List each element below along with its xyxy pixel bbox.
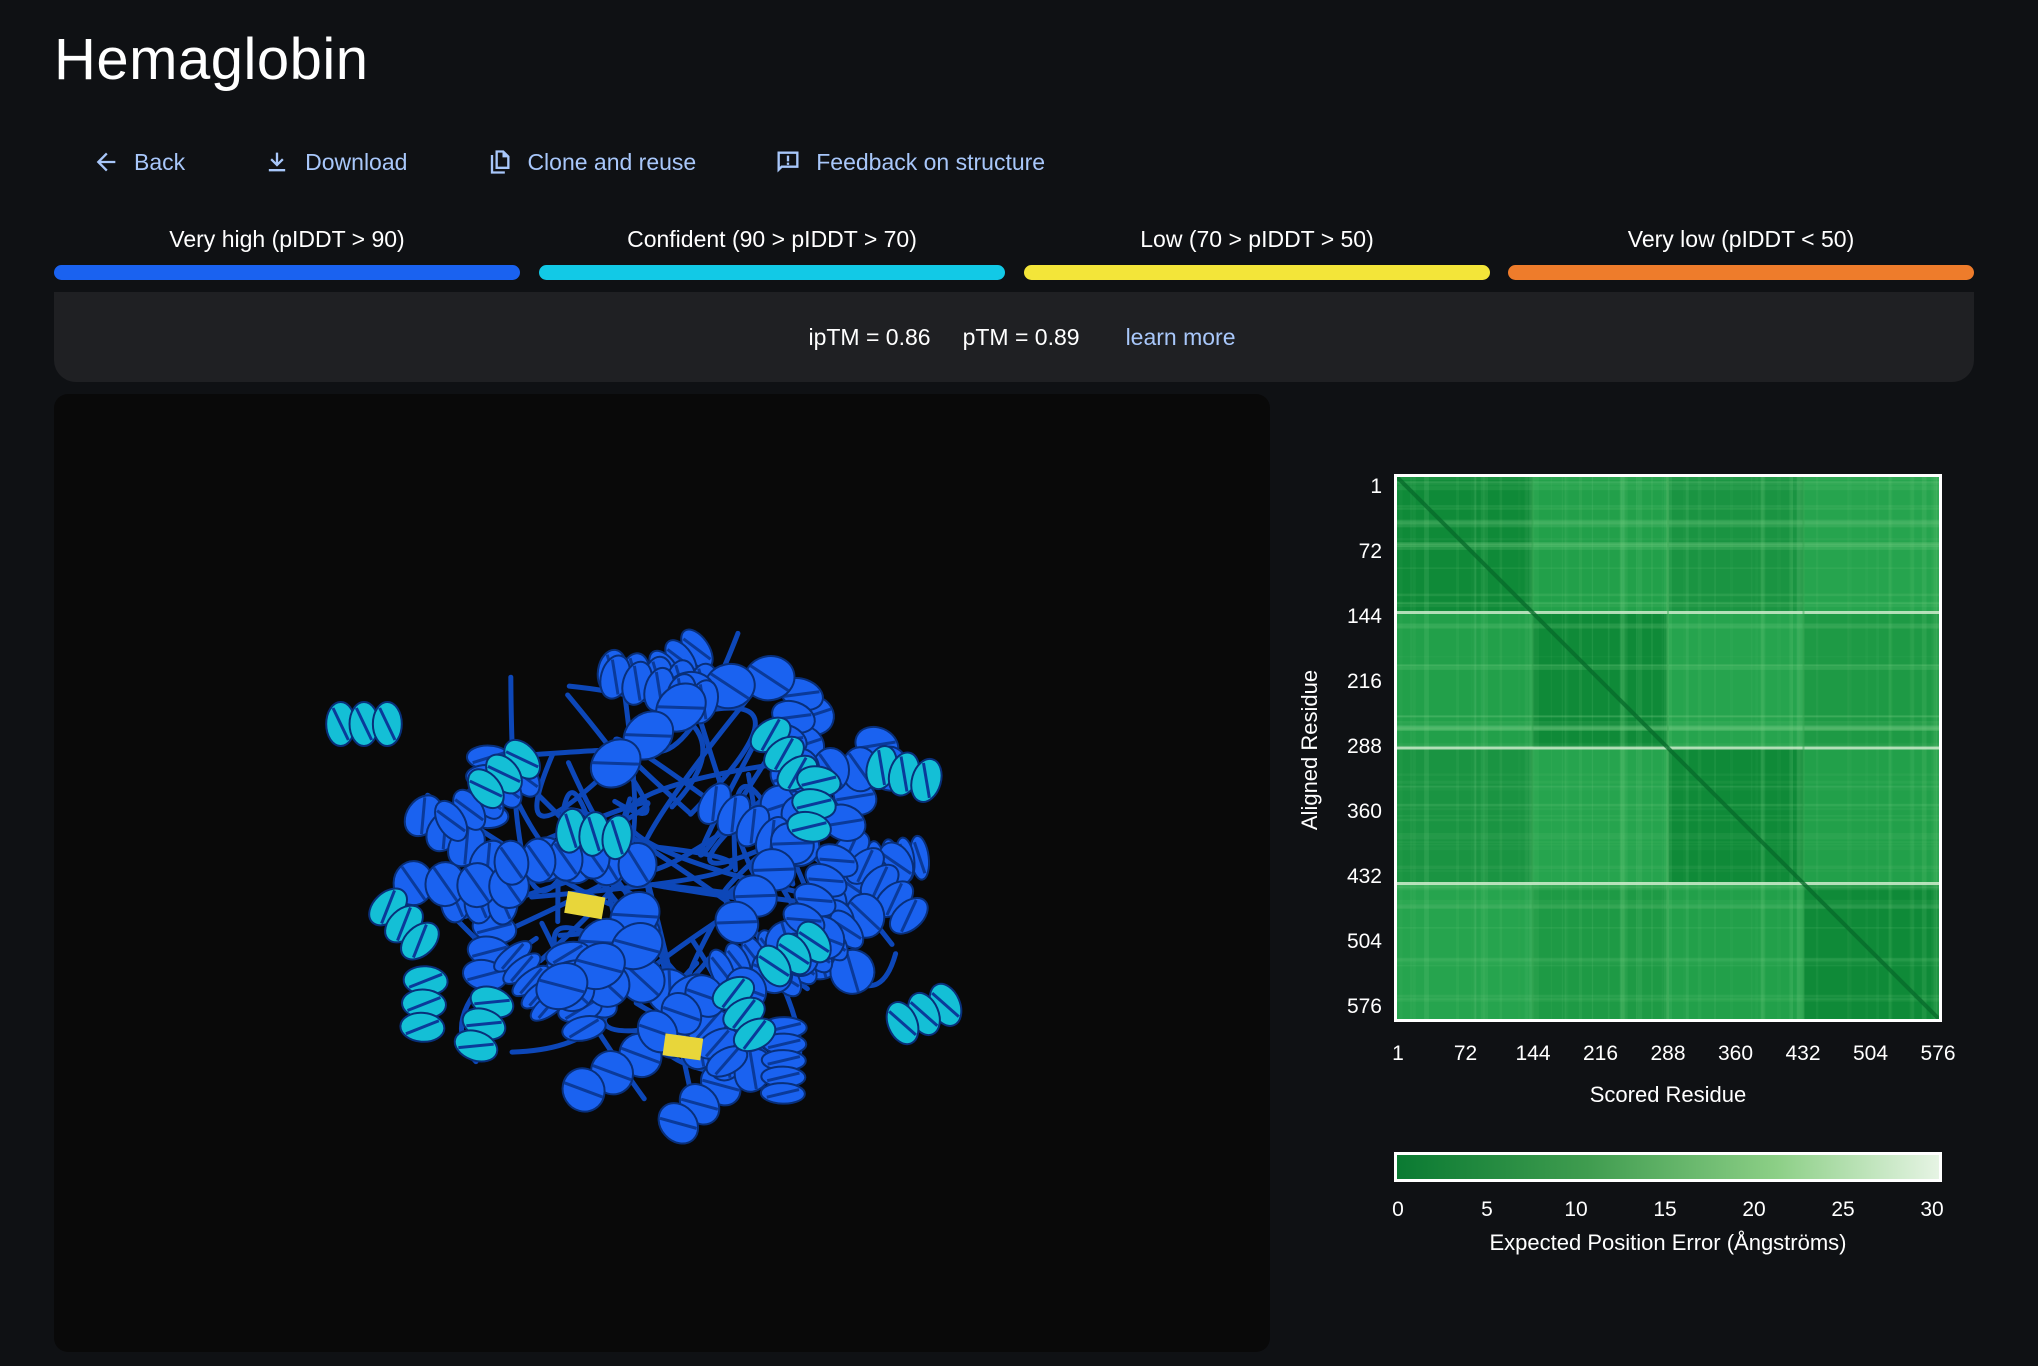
legend-bar xyxy=(1508,265,1974,280)
feedback-label: Feedback on structure xyxy=(816,148,1046,175)
legend-label: Low (70 > pIDDT > 50) xyxy=(1140,226,1374,252)
low-confidence-segment xyxy=(564,891,606,920)
toolbar: Back Download Clone and reuse Feedback o… xyxy=(54,138,1085,186)
clone-and-reuse-label: Clone and reuse xyxy=(527,148,697,175)
legend-low: Low (70 > pIDDT > 50) xyxy=(1024,226,1490,280)
legend-confident: Confident (90 > pIDDT > 70) xyxy=(539,226,1005,280)
pae-heatmap[interactable] xyxy=(1394,474,1942,1022)
pae-plot: 1 72 144 216 288 360 432 504 576 1 72 144 216 288 360… xyxy=(1290,460,2010,1260)
chain-boundary-line xyxy=(1802,477,1805,1019)
colorbar-tick-label: 5 xyxy=(1481,1198,1493,1221)
download-label: Download xyxy=(305,148,408,175)
legend-label: Confident (90 > pIDDT > 70) xyxy=(627,226,917,252)
legend-very-high: Very high (pIDDT > 90) xyxy=(54,226,520,280)
download-button[interactable]: Download xyxy=(225,138,447,186)
legend-bar xyxy=(539,265,1005,280)
x-tick-label: 360 xyxy=(1717,1042,1754,1065)
back-label: Back xyxy=(134,148,186,175)
colorbar-tick-label: 30 xyxy=(1920,1198,1944,1221)
x-tick-label: 576 xyxy=(1920,1042,1956,1065)
clone-and-reuse-button[interactable]: Clone and reuse xyxy=(447,138,736,186)
y-tick-label: 432 xyxy=(1346,865,1382,888)
x-tick-label: 144 xyxy=(1515,1042,1551,1065)
legend-bar xyxy=(54,265,520,280)
colorbar-tick-label: 20 xyxy=(1742,1198,1766,1221)
colorbar xyxy=(1394,1152,1942,1182)
feedback-icon xyxy=(777,151,799,173)
x-tick-label: 504 xyxy=(1852,1042,1889,1065)
legend-very-low: Very low (pIDDT < 50) xyxy=(1508,226,1974,280)
y-tick-label: 576 xyxy=(1346,995,1382,1018)
page-title: Hemaglobin xyxy=(54,27,369,92)
pae-heatmap-canvas xyxy=(1397,477,1939,1019)
metrics-panel: ipTM = 0.86 pTM = 0.89 learn more xyxy=(54,292,1974,382)
colorbar-tick-label: 25 xyxy=(1831,1198,1855,1221)
y-tick-label: 1 xyxy=(1370,475,1382,498)
y-tick-label: 144 xyxy=(1346,605,1382,628)
x-tick-label: 1 xyxy=(1392,1042,1404,1065)
legend-label: Very high (pIDDT > 90) xyxy=(169,226,405,252)
feedback-button[interactable]: Feedback on structure xyxy=(736,138,1085,186)
download-icon xyxy=(268,152,286,172)
legend-label: Very low (pIDDT < 50) xyxy=(1627,226,1855,252)
x-tick-label: 72 xyxy=(1453,1042,1478,1065)
x-axis-label: Scored Residue xyxy=(1589,1082,1747,1107)
y-tick-label: 72 xyxy=(1358,540,1382,563)
chain-boundary-line xyxy=(1397,882,1939,885)
protein-structure-render[interactable] xyxy=(54,394,1270,1352)
iptm-value: ipTM = 0.86 xyxy=(808,323,931,350)
x-tick-label: 432 xyxy=(1785,1042,1821,1065)
back-button[interactable]: Back xyxy=(54,138,225,186)
helix xyxy=(399,965,449,1043)
legend-bar xyxy=(1024,265,1490,280)
arrow-left-icon xyxy=(96,152,116,172)
helix xyxy=(325,701,403,747)
y-tick-label: 504 xyxy=(1346,930,1382,953)
structure-viewer[interactable] xyxy=(54,394,1270,1352)
x-tick-label: 216 xyxy=(1582,1042,1619,1065)
copy-icon xyxy=(491,150,510,174)
colorbar-tick-label: 10 xyxy=(1564,1198,1588,1221)
y-axis-label: Aligned Residue xyxy=(1297,669,1322,831)
plddt-legend: Very high (pIDDT > 90) Confident (90 > p… xyxy=(54,226,1974,280)
colorbar-tick-label: 0 xyxy=(1392,1198,1404,1221)
x-tick-label: 288 xyxy=(1650,1042,1686,1065)
helix xyxy=(555,807,633,861)
helix xyxy=(885,982,963,1046)
ptm-value: pTM = 0.89 xyxy=(962,323,1080,350)
learn-more-link[interactable]: learn more xyxy=(1126,324,1236,351)
colorbar-label: Expected Position Error (Ångströms) xyxy=(1489,1230,1847,1255)
colorbar-tick-label: 15 xyxy=(1653,1198,1677,1221)
